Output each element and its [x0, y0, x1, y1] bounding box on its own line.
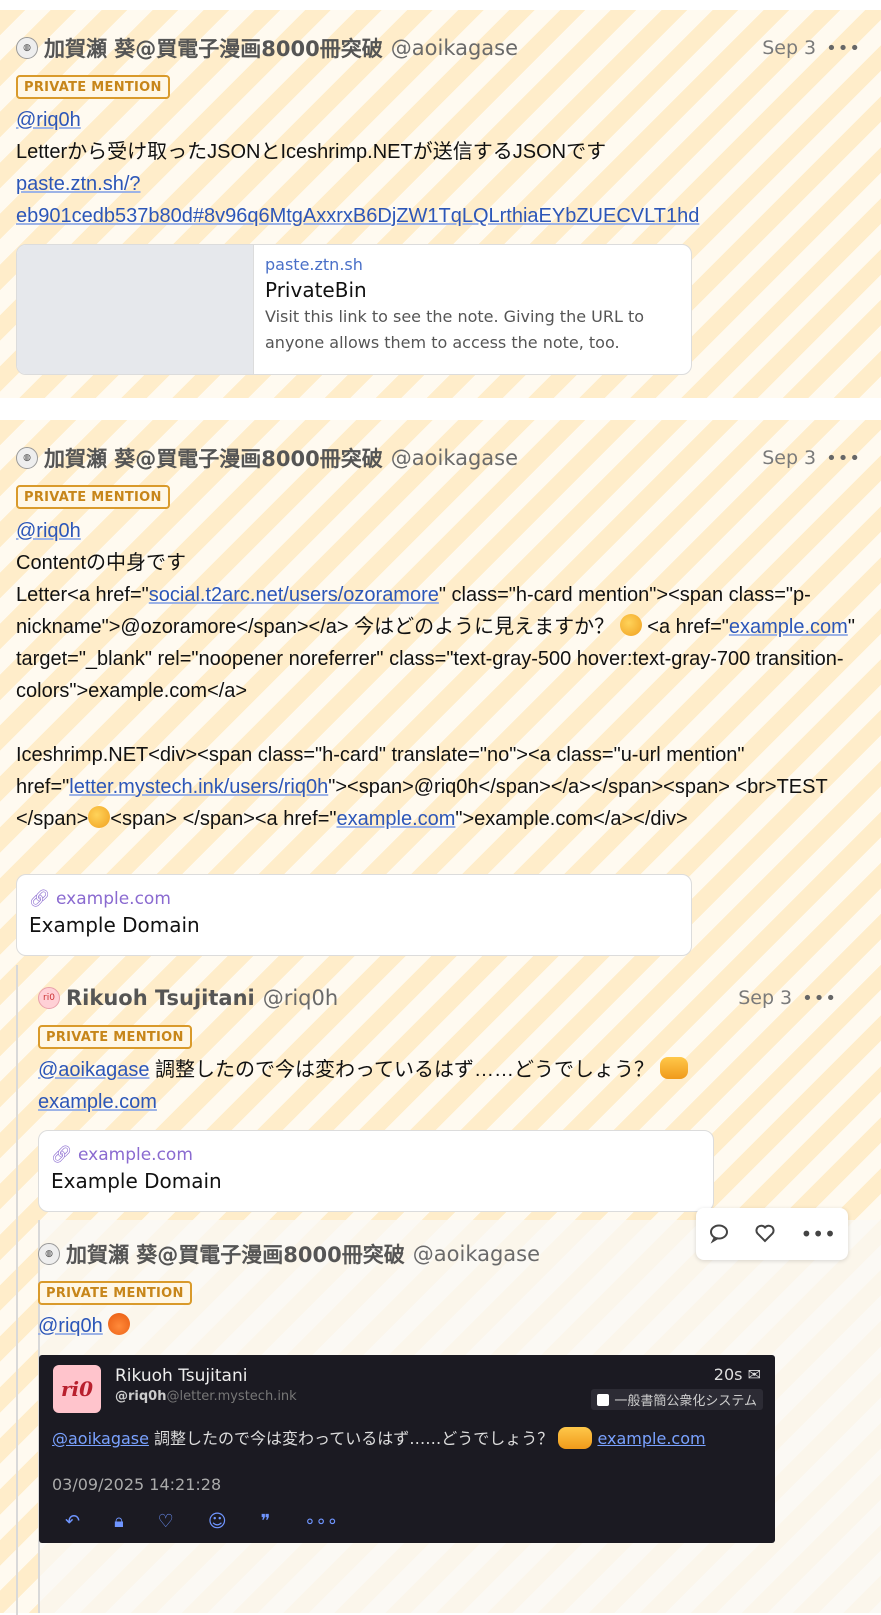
visibility-badge: PRIVATE MENTION: [16, 485, 170, 509]
note-text: Letterから受け取ったJSONとIceshrimp.NETが送信するJSON…: [16, 141, 607, 163]
note-action-bar: •••: [696, 1208, 848, 1260]
emoji-icon: [619, 614, 642, 636]
lock-icon: 🔒︎: [114, 1511, 124, 1532]
emoji-icon: [659, 1057, 688, 1079]
display-name[interactable]: 加賀瀬 葵@買電子漫画8000冊突破: [44, 443, 383, 473]
avatar[interactable]: ◍: [38, 1243, 60, 1265]
thread-line: [16, 965, 18, 1615]
preview-thumbnail: [17, 245, 254, 374]
note-1: ◍ 加賀瀬 葵@買電子漫画8000冊突破 @aoikagase Sep 3 •••…: [0, 10, 881, 398]
mention-link[interactable]: @aoikagase: [38, 1059, 149, 1081]
preview-title: PrivateBin: [265, 278, 367, 302]
link-preview-card[interactable]: 🔗︎ example.com Example Domain: [38, 1130, 714, 1212]
like-icon[interactable]: [754, 1222, 776, 1247]
link-icon: 🔗︎: [29, 889, 51, 909]
more-icon: ∘∘∘: [304, 1511, 339, 1532]
handle-domain: @letter.mystech.ink: [166, 1389, 297, 1404]
emoji-icon: ☺: [207, 1511, 227, 1532]
url-link-continued[interactable]: eb901cedb537b80d#8v96q6MtgAxxrxB6DjZW1Tq…: [16, 205, 699, 227]
display-name[interactable]: 加賀瀬 葵@買電子漫画8000冊突破: [66, 1239, 405, 1269]
client-badge: 一般書簡公衆化システム: [591, 1389, 763, 1410]
age: 20s: [713, 1365, 743, 1384]
timestamp: 03/09/2025 14:21:28: [52, 1475, 222, 1494]
avatar[interactable]: ◍: [16, 447, 38, 469]
url-link[interactable]: example.com: [38, 1091, 157, 1113]
handle[interactable]: @riq0h: [263, 986, 338, 1010]
note-paragraph-2: Iceshrimp.NET<div><span class="h-card" t…: [16, 739, 857, 835]
emoji-icon: [108, 1313, 131, 1335]
mention-link[interactable]: @riq0h: [16, 520, 81, 542]
handle[interactable]: @aoikagase: [391, 36, 518, 60]
more-icon[interactable]: •••: [826, 38, 861, 59]
url-link[interactable]: example.com: [336, 808, 455, 830]
display-name[interactable]: 加賀瀬 葵@買電子漫画8000冊突破: [44, 33, 383, 63]
like-icon: ♡: [157, 1511, 174, 1532]
embedded-text: @aoikagase 調整したので今は変わっているはず……どうでしょう？ exa…: [52, 1425, 706, 1449]
mention-link: @aoikagase: [52, 1429, 149, 1448]
note-header: ◍ 加賀瀬 葵@買電子漫画8000冊突破 @aoikagase Sep 3 •••: [16, 32, 861, 64]
display-name: Rikuoh Tsujitani: [115, 1366, 248, 1386]
visibility-badge: PRIVATE MENTION: [16, 75, 170, 99]
handle: @riq0h@letter.mystech.ink: [115, 1389, 297, 1404]
emoji-icon: [88, 806, 111, 828]
url-link[interactable]: paste.ztn.sh/?: [16, 173, 141, 195]
note-text: 調整したので今は変わっているはず……どうでしょう？: [149, 1059, 655, 1081]
note-body: @riq0h: [38, 1310, 857, 1342]
text-span: <a href=": [641, 616, 729, 638]
avatar[interactable]: ◍: [16, 37, 38, 59]
text-span: 調整したので今は変わっているはず……どうでしょう？: [148, 1429, 554, 1448]
mail-icon: ✉: [747, 1365, 761, 1384]
url-link[interactable]: letter.mystech.ink/users/riq0h: [69, 776, 328, 798]
reply-icon[interactable]: [708, 1222, 730, 1247]
timestamp[interactable]: Sep 3: [762, 447, 816, 469]
reply-icon: ↶: [65, 1511, 81, 1532]
preview-description: Visit this link to see the note. Giving …: [265, 307, 645, 352]
link-preview-card[interactable]: paste.ztn.sh PrivateBin Visit this link …: [16, 244, 692, 375]
text-span: Letter<a href=": [16, 584, 149, 606]
note-text: Contentの中身です: [16, 552, 187, 574]
note-paragraph-1: Letter<a href="social.t2arc.net/users/oz…: [16, 579, 857, 707]
preview-site: paste.ztn.sh: [265, 255, 363, 274]
note-body: @riq0h Letterから受け取ったJSONとIceshrimp.NETが送…: [16, 104, 857, 232]
display-name[interactable]: Rikuoh Tsujitani: [66, 986, 255, 1010]
visibility-badge: PRIVATE MENTION: [38, 1025, 192, 1049]
visibility-badge: PRIVATE MENTION: [38, 1281, 192, 1305]
client-name: 一般書簡公衆化システム: [614, 1394, 757, 1409]
mention-link[interactable]: @riq0h: [16, 109, 81, 131]
avatar: ri0: [53, 1365, 101, 1413]
more-icon[interactable]: •••: [801, 1224, 836, 1244]
checkbox-icon: [597, 1394, 610, 1406]
preview-site: example.com: [56, 889, 171, 909]
note-header: ri0 Rikuoh Tsujitani @riq0h Sep 3 •••: [38, 982, 837, 1014]
preview-site: example.com: [78, 1145, 193, 1165]
url-link: example.com: [597, 1429, 706, 1448]
emoji-icon: [558, 1427, 593, 1449]
avatar-text: ri0: [60, 1377, 94, 1401]
handle-user: @riq0h: [115, 1389, 167, 1404]
link-preview-card[interactable]: 🔗︎ example.com Example Domain: [16, 874, 692, 956]
note-header: ◍ 加賀瀬 葵@買電子漫画8000冊突破 @aoikagase Sep 3 •••: [16, 442, 861, 474]
note-3: ri0 Rikuoh Tsujitani @riq0h Sep 3 ••• PRI…: [22, 970, 877, 1220]
url-link[interactable]: example.com: [729, 616, 848, 638]
embedded-screenshot[interactable]: ri0 Rikuoh Tsujitani @riq0h@letter.myste…: [39, 1355, 775, 1543]
url-link[interactable]: social.t2arc.net/users/ozoramore: [149, 584, 439, 606]
avatar[interactable]: ri0: [38, 987, 60, 1009]
preview-title: Example Domain: [29, 913, 200, 937]
note-body: @riq0h Contentの中身です Letter<a href="socia…: [16, 515, 857, 835]
link-icon: 🔗︎: [51, 1145, 73, 1165]
quote-icon: ❞: [260, 1511, 271, 1532]
handle[interactable]: @aoikagase: [391, 446, 518, 470]
more-icon[interactable]: •••: [802, 988, 837, 1009]
text-span: <span> </span><a href=": [110, 808, 337, 830]
timestamp[interactable]: Sep 3: [738, 987, 792, 1009]
handle[interactable]: @aoikagase: [413, 1242, 540, 1266]
preview-title: Example Domain: [51, 1169, 222, 1193]
mention-link[interactable]: @riq0h: [38, 1315, 103, 1337]
timestamp[interactable]: Sep 3: [762, 37, 816, 59]
text-span: ">example.com</a></div>: [455, 808, 688, 830]
note-body: @aoikagase 調整したので今は変わっているはず……どうでしょう？ exa…: [38, 1054, 853, 1118]
more-icon[interactable]: •••: [826, 448, 861, 469]
